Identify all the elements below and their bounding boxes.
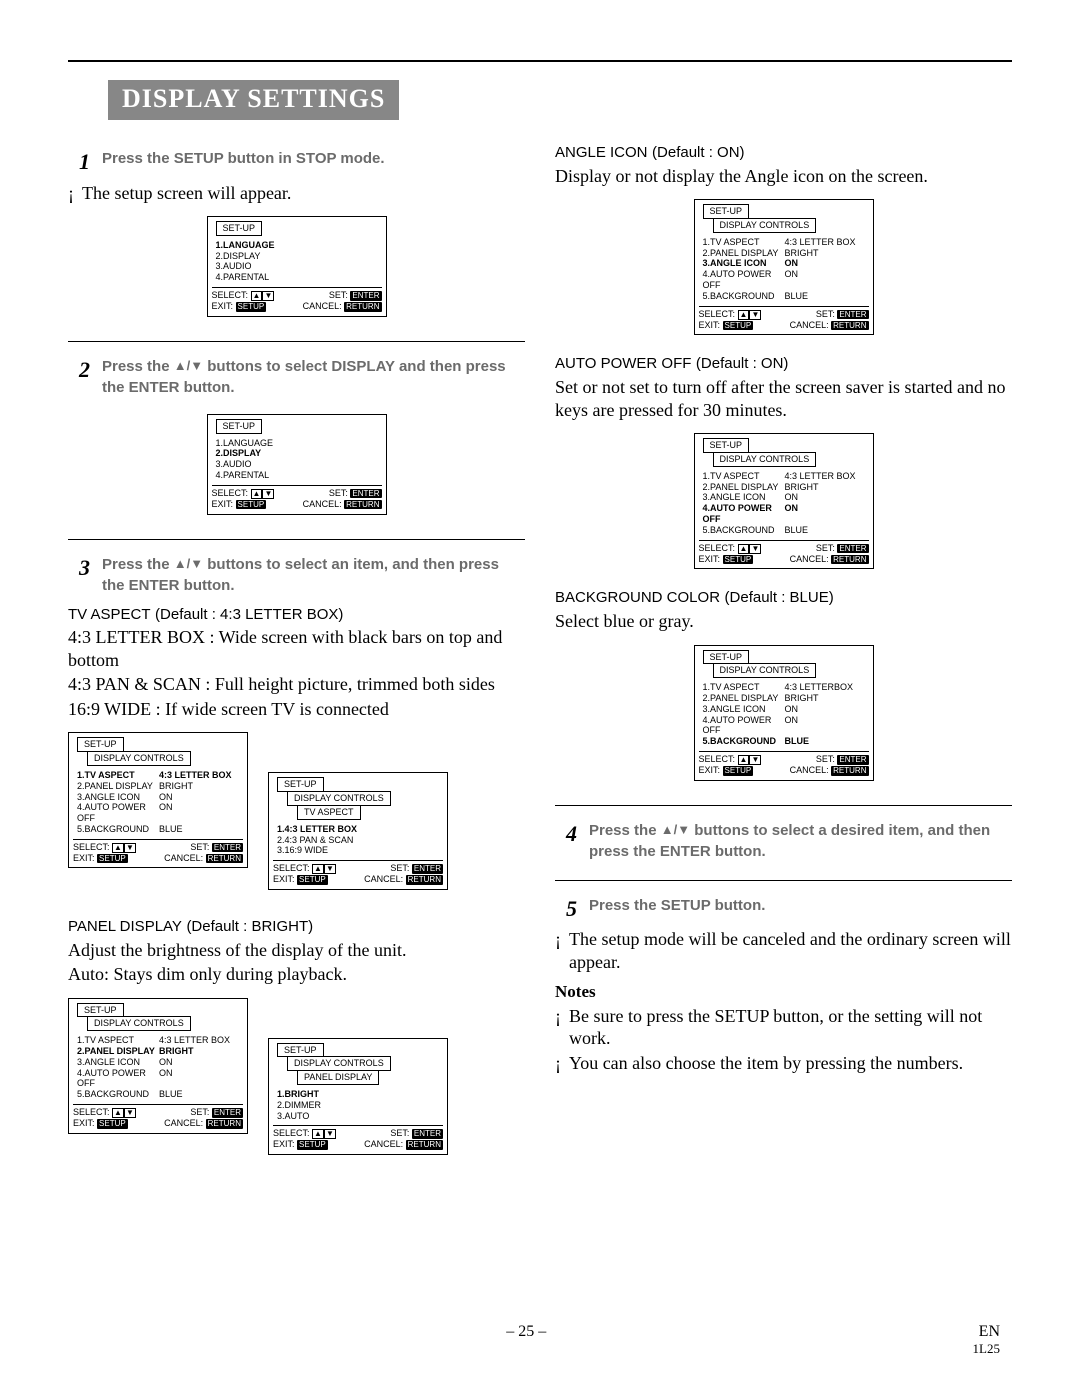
step-2: 2 Press the ▲/▼ buttons to select DISPLA… [68,356,525,398]
note-2: ¡You can also choose the item by pressin… [555,1052,1012,1075]
notes-heading: Notes [555,981,1012,1002]
osd-tv-aspect-submenu: SET-UP DISPLAY CONTROLS TV ASPECT 1.4:3 … [268,772,448,890]
osd-display-controls-panel: SET-UP DISPLAY CONTROLS 1.TV ASPECT4:3 L… [68,998,248,1134]
osd-display-controls-background: SET-UP DISPLAY CONTROLS 1.TV ASPECT4:3 L… [694,645,874,781]
panel-display-heading: PANEL DISPLAY (Default : BRIGHT) [68,914,525,937]
osd-panel-display-submenu: SET-UP DISPLAY CONTROLS PANEL DISPLAY 1.… [268,1038,448,1156]
osd-display-controls-tvaspect: SET-UP DISPLAY CONTROLS 1.TV ASPECT4:3 L… [68,732,248,868]
page-title: DISPLAY SETTINGS [108,80,399,120]
step-5: 5 Press the SETUP button. [555,895,1012,923]
osd-display-controls-autopower: SET-UP DISPLAY CONTROLS 1.TV ASPECT4:3 L… [694,433,874,569]
osd-display-controls-angle: SET-UP DISPLAY CONTROLS 1.TV ASPECT4:3 L… [694,199,874,335]
note-1: ¡Be sure to press the SETUP button, or t… [555,1005,1012,1050]
auto-power-off-heading: AUTO POWER OFF (Default : ON) [555,351,1012,374]
tv-aspect-heading: TV ASPECT (Default : 4:3 LETTER BOX) [68,602,525,625]
step-3: 3 Press the ▲/▼ buttons to select an ite… [68,554,525,596]
up-down-icon: ▲/▼ [174,555,203,573]
step-1-result: ¡The setup screen will appear. [68,182,525,205]
osd-setup-main-display: SET-UP 1.LANGUAGE 2.DISPLAY 3.AUDIO 4.PA… [207,414,387,515]
step-4: 4 Press the ▲/▼ buttons to select a desi… [555,820,1012,862]
osd-setup-main: SET-UP 1.LANGUAGE 2.DISPLAY 3.AUDIO 4.PA… [207,216,387,317]
angle-icon-heading: ANGLE ICON (Default : ON) [555,140,1012,163]
step-5-result: ¡The setup mode will be canceled and the… [555,928,1012,973]
up-down-icon: ▲/▼ [174,357,203,375]
step-1: 1 Press the SETUP button in STOP mode. [68,148,525,176]
page-footer: – 25 – EN 1L25 [0,1323,1080,1357]
background-color-heading: BACKGROUND COLOR (Default : BLUE) [555,585,1012,608]
up-down-icon: ▲/▼ [661,821,690,839]
